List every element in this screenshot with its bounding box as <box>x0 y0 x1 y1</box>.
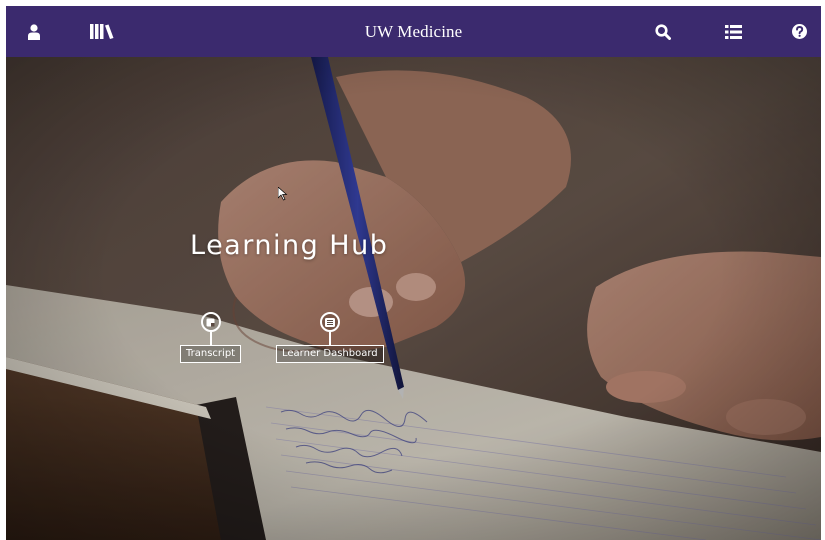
learner-dashboard-label: Learner Dashboard <box>276 345 384 363</box>
top-nav-bar: UW Medicine <box>6 6 821 57</box>
transcript-connector <box>209 332 212 345</box>
library-books-icon[interactable] <box>86 6 118 57</box>
hero-background-photo <box>6 57 821 540</box>
search-icon[interactable] <box>649 6 677 57</box>
user-icon[interactable] <box>20 6 48 57</box>
dashboard-icon <box>319 312 340 332</box>
app-frame: UW Medicine Learning Hub Transcript Lear… <box>6 6 821 540</box>
hero-banner: Learning Hub Transcript Learner Dashboar… <box>6 57 821 540</box>
mouse-cursor-icon <box>278 187 288 201</box>
brand-logo: UW Medicine <box>364 21 463 41</box>
transcript-icon <box>200 312 221 332</box>
learner-dashboard-link[interactable]: Learner Dashboard <box>276 312 384 363</box>
transcript-link[interactable]: Transcript <box>180 312 242 363</box>
transcript-label: Transcript <box>180 345 242 363</box>
dashboard-connector <box>328 332 331 345</box>
help-icon[interactable] <box>786 6 812 57</box>
page-title: Learning Hub <box>190 230 389 261</box>
list-icon[interactable] <box>718 6 748 57</box>
